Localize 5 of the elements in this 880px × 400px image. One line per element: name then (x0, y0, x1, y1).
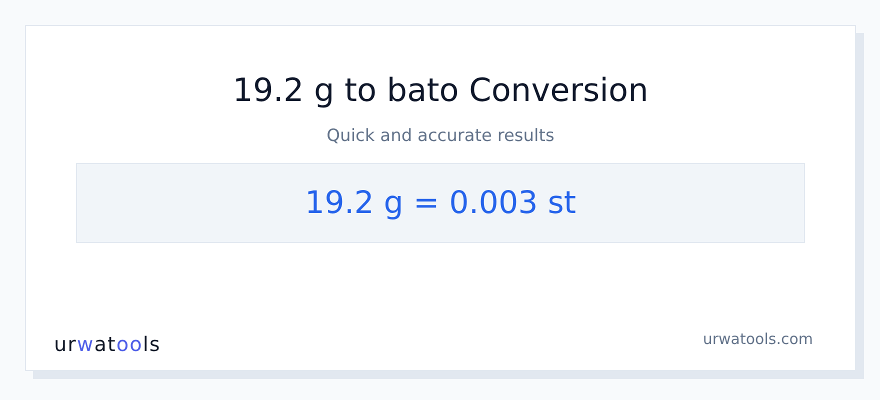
subtitle: Quick and accurate results (326, 125, 554, 148)
conversion-result: 19.2 g = 0.003 st (304, 184, 576, 223)
site-link[interactable]: urwatools.com (702, 328, 813, 350)
page-title: 19.2 g to bato Conversion (232, 70, 648, 110)
logo: urwatools (54, 332, 161, 356)
